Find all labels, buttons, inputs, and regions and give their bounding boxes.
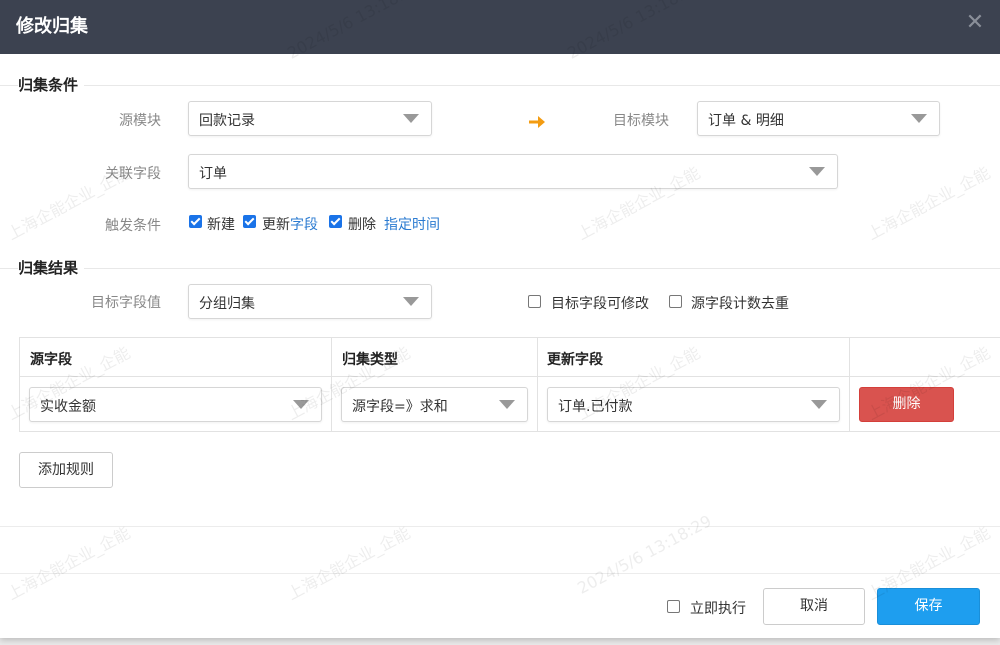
chevron-down-icon xyxy=(809,167,825,176)
column-divider xyxy=(331,338,332,432)
source-dedupe-label: 源字段计数去重 xyxy=(691,296,789,312)
chevron-down-icon xyxy=(811,400,827,409)
trigger-update-label: 更新字段 xyxy=(262,217,318,233)
header-agg-type: 归集类型 xyxy=(342,352,398,368)
update-fields-link[interactable]: 字段 xyxy=(290,217,318,233)
chevron-down-icon xyxy=(293,400,309,409)
target-value-label: 目标字段值 xyxy=(91,295,161,311)
trigger-label: 触发条件 xyxy=(105,218,161,234)
footer-divider xyxy=(0,573,1000,574)
column-divider xyxy=(849,338,850,432)
target-module-select[interactable]: 订单 & 明细 xyxy=(697,101,940,136)
target-value-value: 分组归集 xyxy=(199,296,255,312)
target-editable-label: 目标字段可修改 xyxy=(551,296,649,312)
update-field-value: 订单.已付款 xyxy=(558,399,633,415)
column-divider xyxy=(537,338,538,432)
source-module-label: 源模块 xyxy=(119,113,161,129)
arrow-right-icon xyxy=(529,116,545,128)
section-title-result: 归集结果 xyxy=(18,257,85,278)
relation-field-value: 订单 xyxy=(199,166,227,182)
dialog-title: 修改归集 xyxy=(16,16,88,37)
chevron-down-icon xyxy=(499,400,515,409)
cancel-button[interactable]: 取消 xyxy=(763,588,865,625)
trigger-delete-label: 删除 xyxy=(348,217,376,233)
agg-type-select[interactable]: 源字段=》求和 xyxy=(341,387,528,422)
chevron-down-icon xyxy=(403,114,419,123)
header-update-field: 更新字段 xyxy=(547,352,603,368)
target-editable-checkbox[interactable] xyxy=(528,295,541,308)
source-dedupe-checkbox[interactable] xyxy=(669,295,682,308)
target-value-select[interactable]: 分组归集 xyxy=(188,284,432,319)
source-module-value: 回款记录 xyxy=(199,113,255,129)
target-module-value: 订单 & 明细 xyxy=(708,113,784,129)
source-field-value: 实收金额 xyxy=(40,399,96,415)
relation-field-label: 关联字段 xyxy=(105,166,161,182)
trigger-delete-checkbox[interactable] xyxy=(329,215,342,228)
chevron-down-icon xyxy=(911,114,927,123)
run-now-label: 立即执行 xyxy=(690,601,746,617)
update-field-select[interactable]: 订单.已付款 xyxy=(547,387,840,422)
target-module-label: 目标模块 xyxy=(613,113,669,129)
source-module-select[interactable]: 回款记录 xyxy=(188,101,432,136)
footer-divider xyxy=(0,526,1000,527)
chevron-down-icon xyxy=(403,297,419,306)
watermark-timestamp: 2024/5/6 13:18:29 xyxy=(574,511,715,598)
schedule-time-link[interactable]: 指定时间 xyxy=(384,214,440,234)
table-header-row: 源字段 归集类型 更新字段 xyxy=(20,338,1000,377)
trigger-update-checkbox[interactable] xyxy=(243,215,256,228)
save-button[interactable]: 保存 xyxy=(877,588,980,625)
source-field-select[interactable]: 实收金额 xyxy=(29,387,322,422)
delete-rule-button[interactable]: 删除 xyxy=(859,387,954,422)
watermark-text: 上海企能企业_企能 xyxy=(864,163,994,244)
section-divider xyxy=(0,268,1000,269)
header-source-field: 源字段 xyxy=(30,352,72,368)
add-rule-button[interactable]: 添加规则 xyxy=(19,452,113,488)
watermark-text: 上海企能企业_企能 xyxy=(284,523,414,604)
trigger-create-checkbox[interactable] xyxy=(189,215,202,228)
section-divider xyxy=(0,85,1000,86)
watermark-text: 上海企能企业_企能 xyxy=(4,523,134,604)
relation-field-select[interactable]: 订单 xyxy=(188,154,838,189)
close-icon[interactable]: ✕ xyxy=(964,12,986,34)
run-now-checkbox[interactable] xyxy=(667,600,680,613)
edit-aggregation-dialog: 修改归集 ✕ 归集条件 源模块 回款记录 目标模块 订单 & 明细 关联字段 订… xyxy=(0,0,1000,638)
trigger-create-label: 新建 xyxy=(207,217,235,233)
dialog-header: 修改归集 ✕ xyxy=(0,0,1000,54)
rules-table: 源字段 归集类型 更新字段 实收金额 源字段=》求和 订单.已付款 删除 xyxy=(19,337,1000,432)
agg-type-value: 源字段=》求和 xyxy=(352,399,448,415)
section-title-conditions: 归集条件 xyxy=(18,74,85,95)
